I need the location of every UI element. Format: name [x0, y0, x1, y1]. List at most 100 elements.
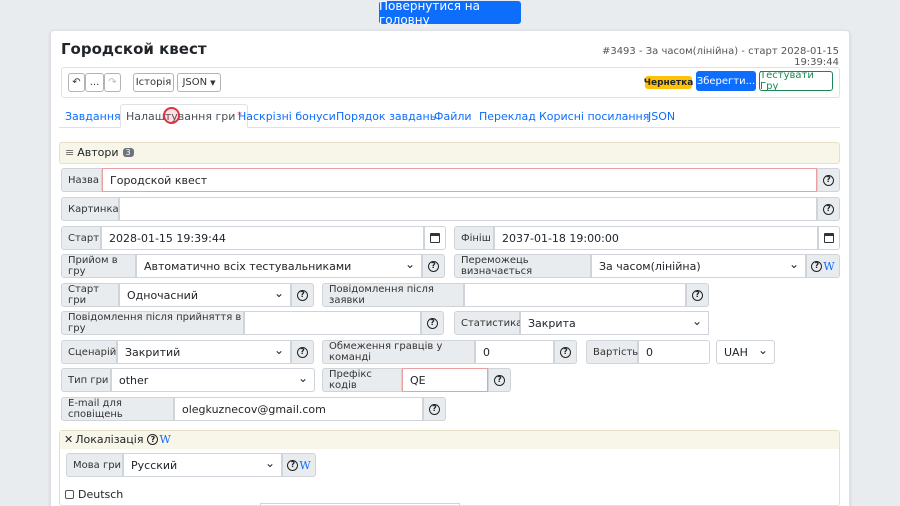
draft-badge: Чернетка	[643, 76, 694, 89]
tab-tasks[interactable]: Завдання	[65, 104, 121, 128]
redo-button[interactable]: ↷	[104, 73, 121, 92]
winner-select[interactable]: За часом(лінійна)	[591, 254, 806, 278]
finish-label: Фініш	[454, 226, 494, 250]
after-accept-label: Повідомлення після прийняття в гру	[61, 311, 244, 335]
email-help-button[interactable]: ?	[423, 397, 446, 421]
join-select[interactable]: Автоматично всіх тестувальниками	[136, 254, 422, 278]
help-icon: ?	[427, 317, 438, 329]
help-icon: ?	[811, 260, 823, 272]
price-input[interactable]: 0	[638, 340, 710, 364]
name-input[interactable]: Городской квест	[102, 168, 817, 192]
menu-icon: ≡	[65, 146, 75, 159]
team-limit-help-button[interactable]: ?	[554, 340, 577, 364]
after-request-help-button[interactable]: ?	[686, 283, 709, 307]
test-game-button[interactable]: Тестувати Гру	[759, 70, 833, 92]
authors-label: Автори	[77, 146, 119, 159]
game-start-label: Старт гри	[61, 283, 119, 307]
scenario-help-button[interactable]: ?	[291, 340, 314, 364]
wiki-icon[interactable]: W	[159, 433, 170, 446]
help-icon: ?	[823, 174, 834, 186]
localization-header-bg	[60, 431, 839, 449]
tab-task-order[interactable]: Порядок завдань	[336, 104, 436, 128]
after-request-label: Повідомлення після заявки	[322, 283, 464, 307]
back-home-button[interactable]: Повернутися на головну	[379, 0, 521, 27]
finish-calendar-button[interactable]	[818, 226, 840, 250]
tab-json[interactable]: JSON	[648, 104, 675, 128]
authors-count-badge: 3	[122, 148, 134, 157]
help-icon: ?	[494, 374, 505, 386]
json-dropdown-label: JSON	[182, 77, 208, 88]
statistics-select[interactable]: Закрита	[520, 311, 709, 335]
undo-button[interactable]: ↶	[68, 73, 85, 92]
scenario-select[interactable]: Закритий	[117, 340, 291, 364]
more-button[interactable]: ...	[85, 73, 104, 92]
finish-datetime-input[interactable]: 2037-01-18 19:00:00	[494, 226, 818, 250]
join-help-button[interactable]: ?	[422, 254, 445, 278]
code-prefix-help-button[interactable]: ?	[488, 368, 511, 392]
after-request-input[interactable]	[464, 283, 686, 307]
help-icon[interactable]: ?	[147, 434, 159, 445]
tab-game-settings[interactable]: Налаштування гри *	[120, 104, 248, 128]
authors-section[interactable]	[59, 142, 840, 164]
localization-title: Локалізація	[75, 433, 144, 446]
tab-global-bonuses[interactable]: Наскрізні бонуси	[238, 104, 336, 128]
winner-label: Переможець визначається	[454, 254, 591, 278]
help-icon: ?	[429, 403, 440, 415]
page-title: Городской квест	[61, 40, 207, 58]
start-datetime-input[interactable]: 2028-01-15 19:39:44	[101, 226, 424, 250]
wiki-icon: W	[299, 458, 311, 472]
help-icon: ?	[692, 289, 703, 301]
tab-useful-links[interactable]: Корисні посилання	[539, 104, 649, 128]
game-subtitle: #3493 - За часом(лінійна) - старт 2028-0…	[601, 46, 839, 68]
language-help-button[interactable]: ? W	[282, 453, 316, 477]
caret-down-icon: ▼	[210, 78, 216, 87]
deutsch-option[interactable]: Deutsch	[65, 488, 123, 501]
statistics-label: Статистика	[454, 311, 522, 335]
after-accept-input[interactable]	[244, 311, 421, 335]
email-label: E-mail для сповіщень	[61, 397, 174, 421]
localization-header[interactable]: ✕ Локалізація ? W	[64, 433, 171, 446]
winner-help-button[interactable]: ? W	[806, 254, 840, 278]
game-start-select[interactable]: Одночасний	[119, 283, 291, 307]
game-type-select[interactable]: other	[111, 368, 315, 392]
json-dropdown[interactable]: JSON ▼	[177, 73, 221, 92]
click-indicator	[163, 107, 180, 124]
help-icon: ?	[287, 459, 299, 471]
help-icon: ?	[428, 260, 439, 272]
price-label: Вартість	[586, 340, 638, 364]
help-icon: ?	[560, 346, 571, 358]
deutsch-label: Deutsch	[78, 488, 124, 501]
help-icon: ?	[297, 346, 308, 358]
image-help-button[interactable]: ?	[817, 197, 840, 221]
help-icon: ?	[823, 203, 834, 215]
calendar-icon	[824, 233, 834, 243]
email-input[interactable]: olegkuznecov@gmail.com	[174, 397, 423, 421]
authors-header[interactable]: ≡ Автори 3	[65, 146, 134, 159]
join-label: Прийом в гру	[61, 254, 136, 278]
team-limit-input[interactable]: 0	[475, 340, 554, 364]
start-calendar-button[interactable]	[424, 226, 446, 250]
image-label: Картинка	[61, 197, 119, 221]
image-input[interactable]	[119, 197, 817, 221]
calendar-icon	[430, 233, 440, 243]
history-button[interactable]: Історія	[133, 73, 174, 92]
after-accept-help-button[interactable]: ?	[421, 311, 444, 335]
deutsch-checkbox[interactable]	[65, 490, 74, 499]
tab-files[interactable]: Файли	[434, 104, 472, 128]
name-help-button[interactable]: ?	[817, 168, 840, 192]
close-icon[interactable]: ✕	[64, 433, 73, 446]
code-prefix-input[interactable]: QE	[402, 368, 488, 392]
name-label: Назва	[61, 168, 102, 192]
game-language-select[interactable]: Русский	[123, 453, 282, 477]
game-start-help-button[interactable]: ?	[291, 283, 314, 307]
start-label: Старт	[61, 226, 101, 250]
tab-translation[interactable]: Переклад	[479, 104, 536, 128]
game-type-label: Тип гри	[61, 368, 111, 392]
help-icon: ?	[297, 289, 308, 301]
scenario-label: Сценарій	[61, 340, 117, 364]
tab-game-settings-label: Налаштування гри	[126, 109, 236, 123]
game-language-label: Мова гри	[66, 453, 123, 477]
code-prefix-label: Префікс кодів	[322, 368, 402, 392]
currency-select[interactable]: UAH	[716, 340, 775, 364]
save-button[interactable]: Зберегти...	[696, 71, 756, 91]
